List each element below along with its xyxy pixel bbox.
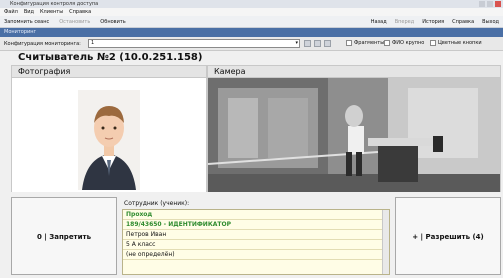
refresh-button[interactable]: Обновить — [100, 16, 125, 28]
employee-name: Петров Иван — [123, 230, 389, 240]
camera-header: Камера — [208, 66, 500, 78]
reader-title: Считыватель №2 (10.0.251.158) — [18, 52, 203, 63]
camera-panel: Камера — [207, 65, 501, 192]
close-button[interactable] — [495, 1, 501, 7]
config-select-value: 1 — [91, 40, 95, 46]
forward-button[interactable]: Вперед — [395, 16, 414, 28]
camera-feed — [207, 78, 500, 192]
check-fio-large[interactable]: ФИО крупно — [384, 40, 424, 46]
toolbar: Запомнить сеанс Остановить Обновить Наза… — [0, 16, 503, 28]
save-icon[interactable] — [304, 40, 311, 47]
window-title: Конфигурация контроля доступа — [10, 1, 99, 7]
copy-icon[interactable] — [324, 40, 331, 47]
check-fragments[interactable]: Фрагменты — [346, 40, 384, 46]
stop-button[interactable]: Остановить — [59, 16, 90, 28]
check-fragments-label: Фрагменты — [354, 40, 385, 46]
section-band: Мониторинг — [0, 28, 503, 37]
history-button[interactable]: История — [422, 16, 444, 28]
deny-button[interactable]: 0 | Запретить — [11, 197, 117, 275]
menu-item-help[interactable]: Справка — [69, 8, 91, 16]
config-icons — [304, 40, 331, 47]
employee-label: Сотрудник (ученик): — [124, 200, 190, 207]
allow-button[interactable]: + | Разрешить (4) — [395, 197, 501, 275]
photo-panel: Фотография — [11, 65, 207, 192]
check-colored-buttons-label: Цветные кнопки — [438, 40, 482, 46]
config-row: Конфигурация мониторинга: 1 ▾ Фрагменты … — [0, 37, 503, 51]
card-code: 189/43650 - ИДЕНТИФИКАТОР — [123, 220, 389, 230]
window-controls — [479, 1, 501, 7]
exit-button[interactable]: Выход — [482, 16, 499, 28]
config-label: Конфигурация мониторинга: — [4, 41, 81, 47]
help-button[interactable]: Справка — [452, 16, 474, 28]
employee-extra: (не определён) — [123, 250, 389, 260]
check-fio-large-label: ФИО крупно — [392, 40, 425, 46]
checkbox-fragments[interactable] — [346, 40, 352, 46]
checkbox-colored-buttons[interactable] — [430, 40, 436, 46]
save-session-button[interactable]: Запомнить сеанс — [4, 16, 49, 28]
config-select[interactable]: 1 ▾ — [88, 39, 300, 48]
window-titlebar: Конфигурация контроля доступа — [0, 0, 503, 8]
menu-item-view[interactable]: Вид — [24, 8, 34, 16]
menu-item-clients[interactable]: Клиенты — [40, 8, 63, 16]
checkbox-fio-large[interactable] — [384, 40, 390, 46]
chevron-down-icon: ▾ — [295, 40, 298, 46]
event-type: Проход — [123, 210, 389, 220]
grid-icon[interactable] — [314, 40, 321, 47]
menu-bar: Файл Вид Клиенты Справка — [0, 8, 503, 16]
employee-class: 5 А класс — [123, 240, 389, 250]
student-photo — [12, 78, 206, 192]
minimize-button[interactable] — [479, 1, 485, 7]
section-band-label: Мониторинг — [4, 29, 37, 35]
maximize-button[interactable] — [487, 1, 493, 7]
info-scrollbar[interactable] — [382, 210, 389, 274]
photo-header: Фотография — [12, 66, 206, 78]
menu-item-file[interactable]: Файл — [4, 8, 18, 16]
check-colored-buttons[interactable]: Цветные кнопки — [430, 40, 482, 46]
back-button[interactable]: Назад — [371, 16, 387, 28]
employee-info: Проход 189/43650 - ИДЕНТИФИКАТОР Петров … — [122, 209, 390, 275]
